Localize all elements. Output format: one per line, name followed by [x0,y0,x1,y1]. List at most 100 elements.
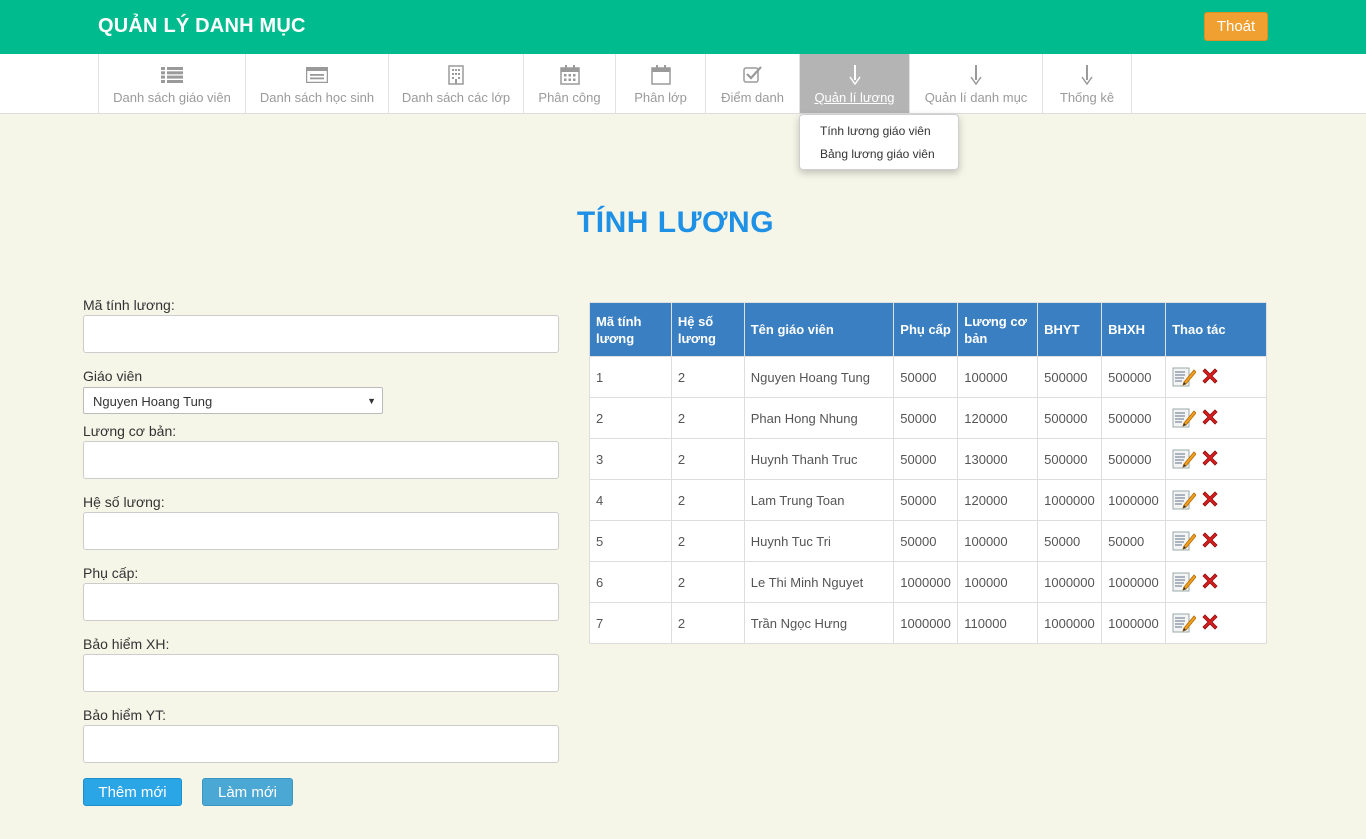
card-icon [306,64,328,86]
luong-co-ban-input[interactable] [83,441,559,479]
bhyt-input[interactable] [83,725,559,763]
delete-icon[interactable] [1200,407,1220,430]
add-button[interactable]: Thêm mới [83,778,182,806]
cell-bhxh: 50000 [1101,520,1167,562]
nav-label: Phân lớp [634,90,687,105]
nav-item-phan-lop[interactable]: Phân lớp [615,54,705,113]
table-row: 5 2 Huynh Tuc Tri 50000 100000 50000 50000 [589,520,1267,562]
nav-label: Thống kê [1059,90,1115,105]
edit-icon[interactable] [1172,529,1197,554]
cell-bhyt: 1000000 [1037,602,1103,644]
table-row: 4 2 Lam Trung Toan 50000 120000 1000000 100000… [589,479,1267,521]
cell-actions [1165,397,1267,439]
cell-bhyt: 500000 [1037,356,1103,398]
edit-icon[interactable] [1172,447,1197,472]
col-ten-giao-vien: Tên giáo viên [743,302,895,357]
cell-ten-giao-vien: Trần Ngọc Hưng [743,602,895,644]
cell-bhxh: 500000 [1101,438,1167,480]
luong-co-ban-label: Lương cơ bản: [83,423,177,439]
ma-tinh-luong-label: Mã tính lương: [83,297,175,313]
nav-item-diem-danh[interactable]: Điểm danh [705,54,799,113]
ma-tinh-luong-input[interactable] [83,315,559,353]
col-phu-cap: Phụ cấp [893,302,959,357]
cell-actions [1165,561,1267,603]
cell-bhxh: 1000000 [1101,479,1167,521]
cell-phu-cap: 50000 [893,438,959,480]
edit-icon[interactable] [1172,488,1197,513]
delete-icon[interactable] [1200,612,1220,635]
cell-actions [1165,602,1267,644]
cell-ma: 3 [589,438,672,480]
delete-icon[interactable] [1200,366,1220,389]
cell-luong-co-ban: 120000 [957,479,1039,521]
cell-luong-co-ban: 130000 [957,438,1039,480]
cell-he-so: 2 [670,397,745,439]
cell-he-so: 2 [670,356,745,398]
cell-phu-cap: 50000 [893,479,959,521]
table-row: 2 2 Phan Hong Nhung 50000 120000 500000 500000 [589,397,1267,439]
menu-item-tinh-luong[interactable]: Tính lương giáo viên [800,123,958,146]
arrow-down-icon [970,64,982,86]
giao-vien-selected: Nguyen Hoang Tung [93,394,213,409]
cell-bhxh: 1000000 [1101,602,1167,644]
reset-button[interactable]: Làm mới [202,778,293,806]
cell-bhxh: 1000000 [1101,561,1167,603]
nav-label: Danh sách các lớp [401,90,511,105]
cell-bhyt: 500000 [1037,397,1103,439]
giao-vien-label: Giáo viên [83,368,143,384]
nav-item-thong-ke[interactable]: Thống kê [1042,54,1131,113]
nav-item-phan-cong[interactable]: Phân công [523,54,615,113]
table-header-row: Mã tính lương Hệ số lương Tên giáo viên … [589,302,1267,357]
checkbox-icon [742,64,763,86]
col-ma-tinh-luong: Mã tính lương [589,302,672,357]
salary-dropdown-menu: Tính lương giáo viên Bảng lương giáo viê… [799,114,959,170]
nav-item-quan-li-danh-muc[interactable]: Quản lí danh mục [909,54,1042,113]
cell-ma: 1 [589,356,672,398]
phu-cap-input[interactable] [83,583,559,621]
cell-luong-co-ban: 120000 [957,397,1039,439]
bhyt-label: Bảo hiểm YT: [83,707,167,723]
cell-phu-cap: 1000000 [893,561,959,603]
nav-item-danh-sach-giao-vien[interactable]: Danh sách giáo viên [98,54,245,113]
cell-ten-giao-vien: Huynh Tuc Tri [743,520,895,562]
cell-luong-co-ban: 100000 [957,520,1039,562]
cell-bhxh: 500000 [1101,356,1167,398]
page-title: TÍNH LƯƠNG [576,206,775,239]
logout-button[interactable]: Thoát [1204,12,1268,41]
edit-icon[interactable] [1172,365,1197,390]
giao-vien-select[interactable]: Nguyen Hoang Tung ▼ [83,387,383,414]
menu-item-bang-luong[interactable]: Bảng lương giáo viên [800,146,958,169]
nav-item-danh-sach-cac-lop[interactable]: Danh sách các lớp [388,54,523,113]
cell-actions [1165,438,1267,480]
cell-actions [1165,356,1267,398]
edit-icon[interactable] [1172,406,1197,431]
col-bhyt: BHYT [1037,302,1103,357]
edit-icon[interactable] [1172,611,1197,636]
cell-bhyt: 50000 [1037,520,1103,562]
cell-he-so: 2 [670,479,745,521]
edit-icon[interactable] [1172,570,1197,595]
top-bar: QUẢN LÝ DANH MỤC Thoát [0,0,1366,54]
nav-label: Quản lí danh mục [924,90,1028,105]
delete-icon[interactable] [1200,530,1220,553]
table-row: 3 2 Huynh Thanh Truc 50000 130000 500000 50000… [589,438,1267,480]
delete-icon[interactable] [1200,489,1220,512]
calendar-icon [559,64,580,86]
nav-item-danh-sach-hoc-sinh[interactable]: Danh sách học sinh [245,54,388,113]
cell-ma: 7 [589,602,672,644]
calendar-blank-icon [650,64,671,86]
bhxh-input[interactable] [83,654,559,692]
cell-ten-giao-vien: Le Thi Minh Nguyet [743,561,895,603]
delete-icon[interactable] [1200,571,1220,594]
phu-cap-label: Phụ cấp: [83,565,139,581]
table-row: 1 2 Nguyen Hoang Tung 50000 100000 500000 5000… [589,356,1267,398]
delete-icon[interactable] [1200,448,1220,471]
cell-he-so: 2 [670,561,745,603]
arrow-down-icon [848,64,861,86]
he-so-luong-input[interactable] [83,512,559,550]
cell-ten-giao-vien: Nguyen Hoang Tung [743,356,895,398]
nav-item-quan-li-luong[interactable]: Quản lí lương [799,54,909,113]
nav-label: Danh sách học sinh [259,90,375,105]
cell-ma: 6 [589,561,672,603]
cell-bhyt: 500000 [1037,438,1103,480]
